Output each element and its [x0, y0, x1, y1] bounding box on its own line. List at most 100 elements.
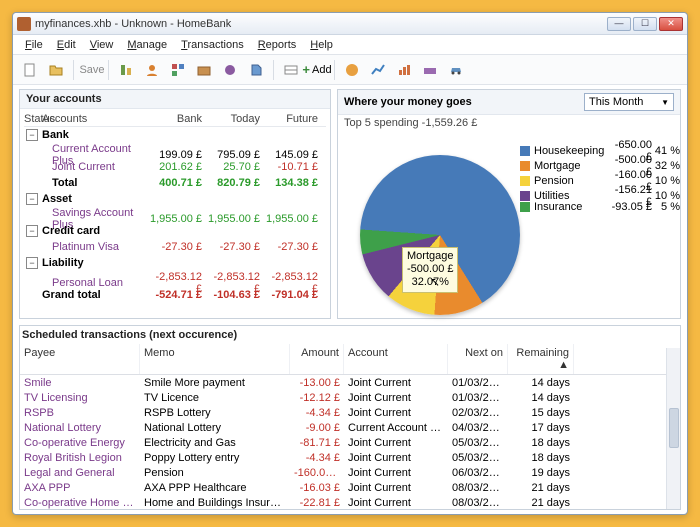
chevron-down-icon: ▼ — [661, 98, 669, 107]
col-account[interactable]: Account — [344, 344, 448, 374]
vehicle-icon[interactable] — [445, 59, 467, 81]
app-icon — [17, 17, 31, 31]
col-remaining[interactable]: Remaining ▲ — [508, 344, 574, 374]
collapse-icon[interactable]: − — [26, 257, 38, 269]
new-file-icon[interactable] — [19, 59, 41, 81]
scheduled-row[interactable]: Legal and GeneralPension-160.00 £Joint C… — [20, 465, 680, 480]
legend-item[interactable]: Housekeeping-650.00 £41 % — [520, 139, 674, 154]
menu-help[interactable]: Help — [304, 37, 339, 53]
spending-panel: Where your money goes This Month ▼ Top 5… — [337, 89, 681, 319]
account-row[interactable]: Platinum Visa-27.30 £-27.30 £-27.30 £ — [24, 239, 326, 255]
scheduled-row[interactable]: RSPBRSPB Lottery-4.34 £Joint Current02/0… — [20, 405, 680, 420]
scheduled-row[interactable]: Co-operative Home InsuranceHome and Buil… — [20, 495, 680, 509]
budget-icon[interactable] — [219, 59, 241, 81]
menu-view[interactable]: View — [84, 37, 120, 53]
collapse-icon[interactable]: − — [26, 129, 38, 141]
col-bank[interactable]: Bank — [148, 113, 206, 125]
collapse-icon[interactable]: − — [26, 225, 38, 237]
pie-chart[interactable]: Mortgage -500.00 £ 32.07% ↖ — [342, 135, 518, 314]
show-icon[interactable] — [280, 59, 302, 81]
menu-manage[interactable]: Manage — [121, 37, 173, 53]
window-title: myfinances.xhb - Unknown - HomeBank — [35, 18, 607, 30]
legend-pct: 41 % — [654, 145, 680, 157]
account-group[interactable]: −Credit card — [24, 223, 326, 239]
scheduled-panel: Scheduled transactions (next occurence) … — [19, 325, 681, 510]
legend-swatch — [520, 161, 530, 171]
col-amount[interactable]: Amount — [290, 344, 344, 374]
save-label: Save — [79, 64, 104, 76]
col-payee[interactable]: Payee — [20, 344, 140, 374]
accounts-header-row: Status Accounts Bank Today Future — [24, 111, 326, 127]
category-icon[interactable] — [167, 59, 189, 81]
minimize-button[interactable]: — — [607, 17, 631, 31]
menu-file[interactable]: File — [19, 37, 49, 53]
legend-amount: -93.05 £ — [606, 201, 652, 213]
legend-name: Insurance — [534, 201, 604, 213]
col-status[interactable]: Status — [24, 113, 42, 125]
col-future[interactable]: Future — [264, 113, 322, 125]
account-row[interactable]: Personal Loan-2,853.12 £-2,853.12 £-2,85… — [24, 271, 326, 287]
scheduled-row[interactable]: Royal British LegionPoppy Lottery entry-… — [20, 450, 680, 465]
legend-name: Mortgage — [534, 160, 604, 172]
save-button[interactable]: Save — [80, 59, 102, 81]
col-accounts[interactable]: Accounts — [42, 113, 148, 125]
scheduled-header: Payee Memo Amount Account Next on Remain… — [20, 344, 680, 375]
account-icon[interactable] — [115, 59, 137, 81]
collapse-icon[interactable]: − — [26, 193, 38, 205]
accounts-panel: Your accounts Status Accounts Bank Today… — [19, 89, 331, 319]
close-button[interactable]: ✕ — [659, 17, 683, 31]
scheduled-row[interactable]: SmileSmile More payment-13.00 £Joint Cur… — [20, 375, 680, 390]
open-folder-icon[interactable] — [45, 59, 67, 81]
scheduled-row[interactable]: TV LicensingTV Licence-12.12 £Joint Curr… — [20, 390, 680, 405]
account-group[interactable]: −Bank — [24, 127, 326, 143]
menubar: File Edit View Manage Transactions Repor… — [13, 35, 687, 55]
legend-name: Pension — [534, 175, 604, 187]
archive-icon[interactable] — [193, 59, 215, 81]
col-next[interactable]: Next on — [448, 344, 508, 374]
legend-swatch — [520, 146, 530, 156]
add-button[interactable]: +Add — [306, 59, 328, 81]
menu-edit[interactable]: Edit — [51, 37, 82, 53]
maximize-button[interactable]: ☐ — [633, 17, 657, 31]
col-today[interactable]: Today — [206, 113, 264, 125]
scheduled-row[interactable]: National LotteryNational Lottery-9.00 £C… — [20, 420, 680, 435]
cursor-icon: ↖ — [430, 275, 440, 289]
scheduled-row[interactable]: AXA PPPAXA PPP Healthcare-16.03 £Joint C… — [20, 480, 680, 495]
stats-icon[interactable] — [341, 59, 363, 81]
scrollbar[interactable] — [666, 348, 680, 509]
account-row[interactable]: Current Account Plus199.09 £795.09 £145.… — [24, 143, 326, 159]
legend-pct: 32 % — [654, 160, 680, 172]
legend-swatch — [520, 191, 530, 201]
legend-swatch — [520, 176, 530, 186]
app-window: myfinances.xhb - Unknown - HomeBank — ☐ … — [12, 12, 688, 515]
legend-item[interactable]: Insurance-93.05 £5 % — [520, 199, 674, 214]
legend-pct: 10 % — [654, 175, 680, 187]
add-label: Add — [312, 64, 332, 76]
range-select[interactable]: This Month ▼ — [584, 93, 674, 111]
assign-icon[interactable] — [245, 59, 267, 81]
account-group[interactable]: −Liability — [24, 255, 326, 271]
budget-report-icon[interactable] — [419, 59, 441, 81]
accounts-title: Your accounts — [20, 90, 330, 109]
scheduled-title: Scheduled transactions (next occurence) — [20, 326, 680, 344]
legend-name: Housekeeping — [534, 145, 604, 157]
col-memo[interactable]: Memo — [140, 344, 290, 374]
account-row[interactable]: Joint Current201.62 £25.70 £-10.71 £ — [24, 159, 326, 175]
plus-icon: + — [302, 62, 310, 77]
account-subtotal: Total400.71 £820.79 £134.38 £ — [24, 175, 326, 191]
legend-pct: 5 % — [654, 201, 680, 213]
account-row[interactable]: Savings Account Plus1,955.00 £1,955.00 £… — [24, 207, 326, 223]
titlebar[interactable]: myfinances.xhb - Unknown - HomeBank — ☐ … — [13, 13, 687, 35]
payee-icon[interactable] — [141, 59, 163, 81]
range-value: This Month — [589, 96, 643, 108]
scheduled-row[interactable]: Co-operative EnergyElectricity and Gas-8… — [20, 435, 680, 450]
menu-transactions[interactable]: Transactions — [175, 37, 250, 53]
menu-reports[interactable]: Reports — [252, 37, 303, 53]
chart-legend: Housekeeping-650.00 £41 %Mortgage-500.00… — [518, 135, 676, 314]
balance-icon[interactable] — [393, 59, 415, 81]
trend-icon[interactable] — [367, 59, 389, 81]
toolbar: Save +Add — [13, 55, 687, 85]
account-group[interactable]: −Asset — [24, 191, 326, 207]
scroll-thumb[interactable] — [669, 408, 679, 448]
spending-subtitle: Top 5 spending -1,559.26 £ — [338, 115, 680, 131]
